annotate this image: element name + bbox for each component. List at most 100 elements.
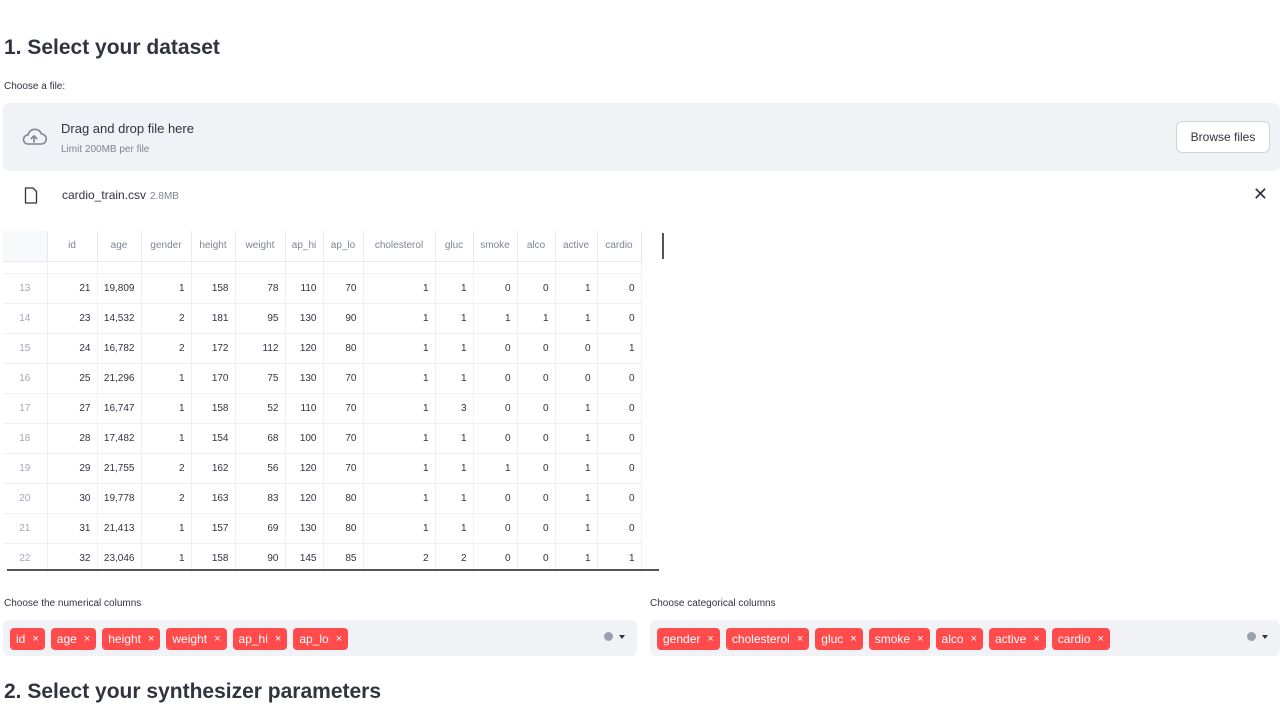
chip-remove-icon[interactable]: × — [850, 633, 856, 645]
chip-age[interactable]: age × — [50, 628, 97, 650]
chip-cholesterol[interactable]: cholesterol × — [725, 628, 810, 650]
table-cell[interactable]: 1 — [473, 453, 518, 484]
categorical-multiselect[interactable]: gender × cholesterol × gluc × smoke × alco × activ… — [650, 620, 1280, 656]
table-cell[interactable]: 130 — [285, 303, 324, 334]
chip-remove-icon[interactable]: × — [971, 633, 977, 645]
table-cell[interactable]: 0 — [517, 483, 556, 514]
chip-gender[interactable]: gender × — [657, 628, 720, 650]
column-header[interactable]: gender — [141, 231, 192, 262]
table-cell[interactable]: 112 — [235, 333, 286, 364]
table-cell[interactable]: 181 — [191, 303, 236, 334]
table-cell[interactable]: 80 — [323, 333, 364, 364]
table-cell[interactable]: 1 — [555, 513, 598, 544]
table-cell[interactable]: 70 — [323, 393, 364, 424]
table-cell[interactable]: 163 — [191, 483, 236, 514]
table-cell[interactable]: 1 — [435, 273, 474, 304]
table-cell[interactable]: 3 — [435, 393, 474, 424]
column-header[interactable]: weight — [235, 231, 286, 262]
table-cell[interactable]: 1 — [363, 363, 436, 394]
table-cell[interactable]: 0 — [517, 423, 556, 454]
table-cell[interactable]: 1 — [363, 303, 436, 334]
row-index[interactable]: 14 — [3, 303, 48, 334]
table-cell[interactable]: 19,809 — [97, 273, 142, 304]
table-cell[interactable]: 1 — [435, 513, 474, 544]
table-cell[interactable]: 95 — [235, 303, 286, 334]
chip-remove-icon[interactable]: × — [797, 633, 803, 645]
column-header[interactable]: active — [555, 231, 598, 262]
table-cell[interactable]: 1 — [597, 333, 642, 364]
table-cell[interactable]: 1 — [363, 423, 436, 454]
table-cell[interactable]: 0 — [517, 333, 556, 364]
table-cell[interactable]: 0 — [473, 333, 518, 364]
chevron-down-icon[interactable] — [1262, 634, 1268, 639]
chip-ap_lo[interactable]: ap_lo × — [293, 628, 349, 650]
chip-remove-icon[interactable]: × — [917, 633, 923, 645]
table-cell[interactable]: 25 — [47, 363, 98, 394]
column-header[interactable]: smoke — [473, 231, 518, 262]
table-cell[interactable]: 1 — [363, 483, 436, 514]
table-cell[interactable]: 21,413 — [97, 513, 142, 544]
chip-weight[interactable]: weight × — [166, 628, 227, 650]
table-cell[interactable]: 100 — [285, 423, 324, 454]
table-cell[interactable]: 1 — [363, 333, 436, 364]
table-cell[interactable]: 31 — [47, 513, 98, 544]
table-cell[interactable]: 1 — [435, 333, 474, 364]
table-cell[interactable]: 80 — [323, 483, 364, 514]
table-cell[interactable]: 1 — [435, 303, 474, 334]
table-cell[interactable]: 0 — [473, 483, 518, 514]
table-cell[interactable]: 69 — [235, 513, 286, 544]
chip-gluc[interactable]: gluc × — [815, 628, 863, 650]
column-header[interactable]: id — [47, 231, 98, 262]
table-cell[interactable]: 19,778 — [97, 483, 142, 514]
table-cell[interactable]: 1 — [141, 273, 192, 304]
column-header[interactable]: cholesterol — [363, 231, 436, 262]
clear-icon[interactable] — [604, 632, 613, 641]
index-header[interactable] — [3, 231, 48, 262]
chip-remove-icon[interactable]: × — [1097, 633, 1103, 645]
table-cell[interactable]: 120 — [285, 333, 324, 364]
table-cell[interactable]: 21 — [47, 273, 98, 304]
column-header[interactable]: height — [191, 231, 236, 262]
table-cell[interactable]: 130 — [285, 363, 324, 394]
row-index[interactable]: 17 — [3, 393, 48, 424]
chip-alco[interactable]: alco × — [935, 628, 983, 650]
table-cell[interactable]: 1 — [141, 513, 192, 544]
table-cell[interactable]: 0 — [473, 393, 518, 424]
table-cell[interactable]: 1 — [141, 363, 192, 394]
table-cell[interactable]: 1 — [555, 453, 598, 484]
row-index[interactable]: 18 — [3, 423, 48, 454]
row-index[interactable]: 15 — [3, 333, 48, 364]
table-cell[interactable]: 1 — [435, 453, 474, 484]
row-index[interactable]: 13 — [3, 273, 48, 304]
chip-smoke[interactable]: smoke × — [868, 628, 930, 650]
table-cell[interactable]: 158 — [191, 273, 236, 304]
row-index[interactable]: 16 — [3, 363, 48, 394]
table-cell[interactable]: 1 — [555, 393, 598, 424]
table-cell[interactable]: 56 — [235, 453, 286, 484]
table-cell[interactable]: 120 — [285, 453, 324, 484]
table-cell[interactable]: 1 — [363, 273, 436, 304]
table-cell[interactable]: 0 — [473, 363, 518, 394]
chip-ap_hi[interactable]: ap_hi × — [232, 628, 288, 650]
table-cell[interactable]: 0 — [597, 423, 642, 454]
table-cell[interactable]: 0 — [517, 513, 556, 544]
chip-remove-icon[interactable]: × — [707, 633, 713, 645]
table-cell[interactable]: 110 — [285, 273, 324, 304]
column-header[interactable]: age — [97, 231, 142, 262]
column-header[interactable]: cardio — [597, 231, 642, 262]
table-cell[interactable]: 1 — [435, 423, 474, 454]
chip-remove-icon[interactable]: × — [148, 633, 154, 645]
close-icon[interactable]: ✕ — [1253, 184, 1268, 204]
table-cell[interactable]: 21,755 — [97, 453, 142, 484]
data-table[interactable]: id age gender height weight ap_hi ap_lo cholest… — [3, 231, 665, 573]
chip-remove-icon[interactable]: × — [1033, 633, 1039, 645]
browse-files-button[interactable]: Browse files — [1176, 121, 1270, 153]
table-cell[interactable]: 17,482 — [97, 423, 142, 454]
table-cell[interactable]: 14,532 — [97, 303, 142, 334]
table-cell[interactable]: 154 — [191, 423, 236, 454]
table-cell[interactable]: 170 — [191, 363, 236, 394]
table-cell[interactable]: 28 — [47, 423, 98, 454]
chip-cardio[interactable]: cardio × — [1051, 628, 1110, 650]
table-cell[interactable]: 1 — [435, 483, 474, 514]
vertical-scrollbar[interactable] — [662, 233, 664, 259]
